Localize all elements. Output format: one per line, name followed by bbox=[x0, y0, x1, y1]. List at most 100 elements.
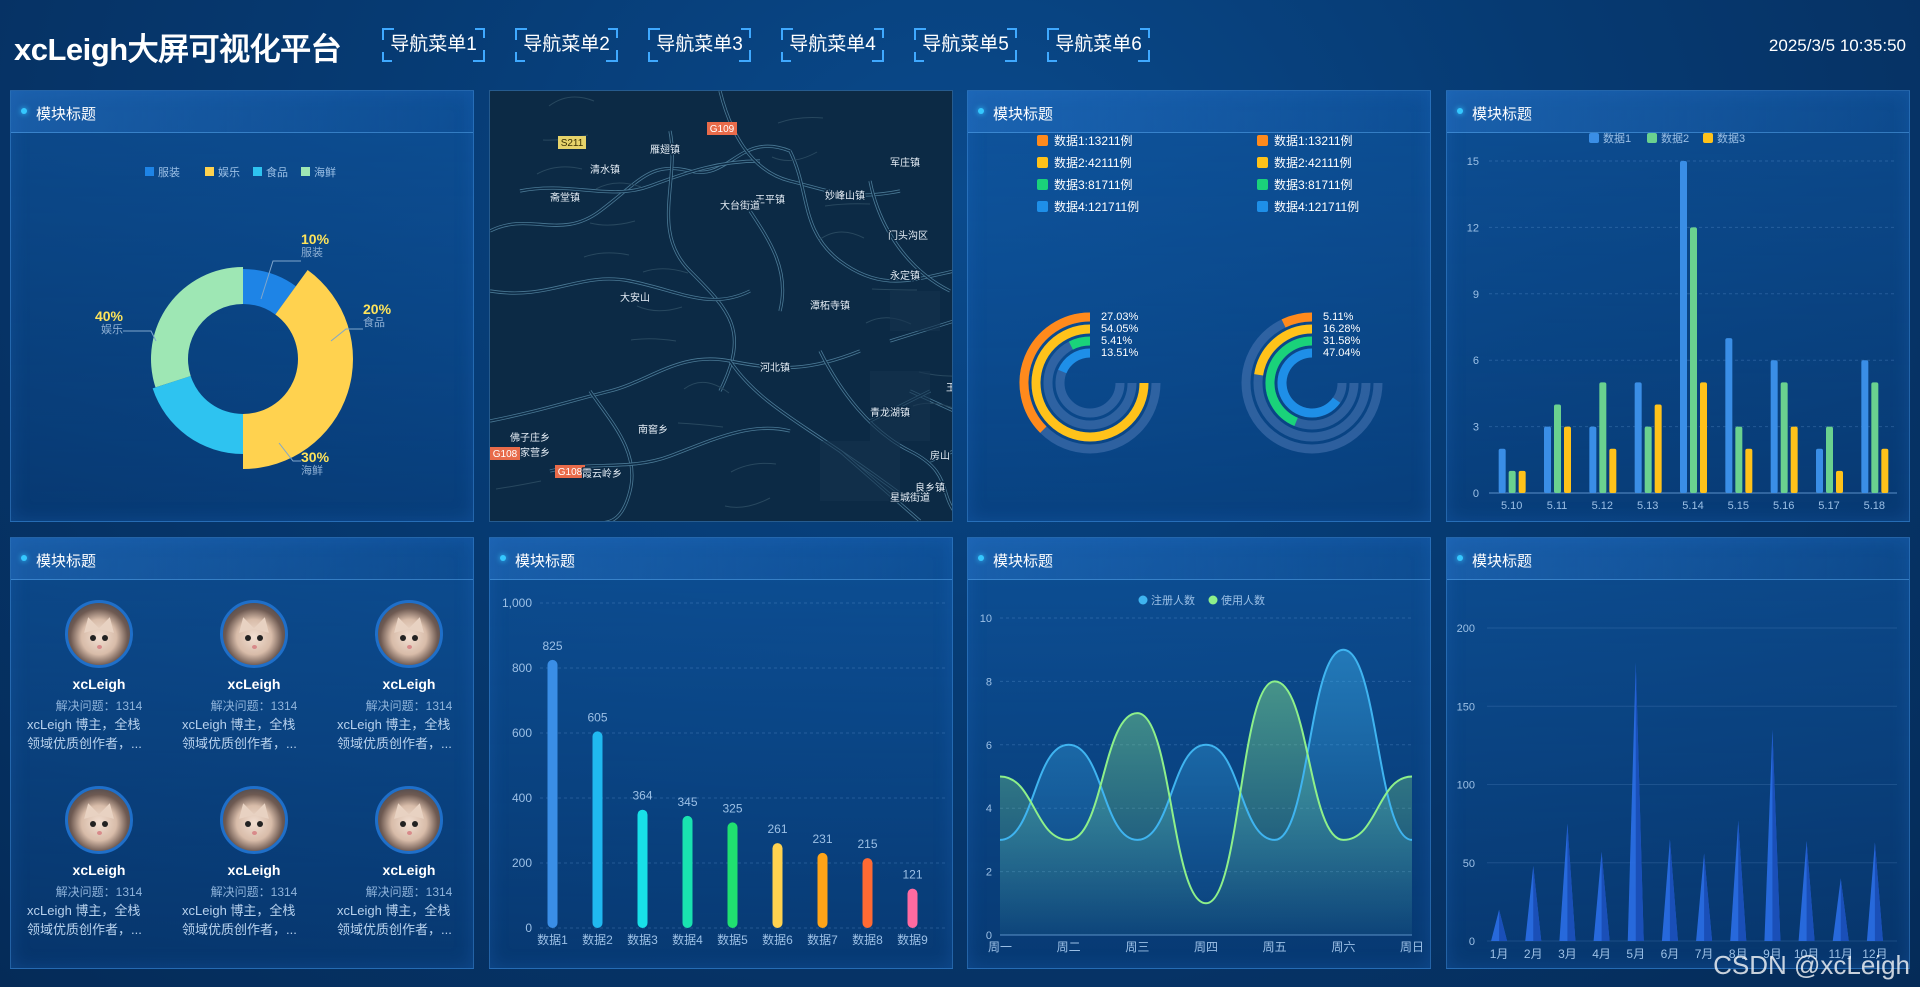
ring-bar[interactable] bbox=[1068, 336, 1091, 350]
map-road bbox=[788, 150, 952, 283]
ring-pct-label: 27.03% bbox=[1101, 311, 1139, 323]
x-tick-label: 数据8 bbox=[852, 932, 883, 947]
bar[interactable] bbox=[907, 888, 918, 928]
bar[interactable] bbox=[727, 822, 738, 928]
map-road-inner bbox=[749, 210, 784, 312]
legend-label: 数据2:42111例 bbox=[1054, 155, 1132, 170]
author-card[interactable]: xcLeigh 解决问题：1314 xcLeigh 博主，全栈 领域优质创作者，.… bbox=[24, 786, 174, 937]
legend-swatch bbox=[1703, 133, 1713, 143]
bar[interactable] bbox=[592, 731, 603, 928]
bar[interactable] bbox=[1680, 161, 1687, 493]
bar[interactable] bbox=[637, 809, 648, 928]
pie-label-pct: 20% bbox=[363, 301, 392, 317]
bar[interactable] bbox=[547, 659, 558, 928]
bar[interactable] bbox=[1508, 470, 1516, 493]
author-card[interactable]: xcLeigh 解决问题：1314 xcLeigh 博主，全栈 领域优质创作者，.… bbox=[334, 786, 484, 937]
bar[interactable] bbox=[1589, 426, 1597, 493]
bar[interactable] bbox=[1826, 426, 1833, 493]
panel-rings: 模块标题 数据1:13211例 数据2:42111例 数据3:81711例 数据4:1… bbox=[967, 90, 1431, 522]
bar[interactable] bbox=[1690, 227, 1697, 493]
panel-spike: 模块标题 0 50 100 150 200 1月 2月 3月 4月 5月 6月 7月 8月 9月 10月 11… bbox=[1446, 537, 1910, 969]
ring-bar[interactable] bbox=[1281, 312, 1313, 328]
bar[interactable] bbox=[1816, 448, 1823, 493]
card-description-line: 领域优质创作者，... bbox=[182, 736, 297, 751]
bar[interactable] bbox=[817, 852, 828, 928]
map-panel[interactable]: S211 G109 雁翅镇 军庄镇 清水镇 斋堂镇 王平镇 妙峰山镇 大台街道 门头沟区 永定镇 大安… bbox=[489, 90, 953, 522]
bar[interactable] bbox=[1780, 382, 1788, 493]
bar[interactable] bbox=[1644, 426, 1652, 493]
spike-bar-shade bbox=[1499, 909, 1508, 941]
bar[interactable] bbox=[1554, 404, 1561, 493]
author-card[interactable]: xcLeigh 解决问题：1314 xcLeigh 博主，全栈 领域优质创作者，.… bbox=[179, 600, 329, 751]
panel-title: 模块标题 bbox=[36, 553, 97, 570]
pie-slice[interactable] bbox=[152, 375, 243, 454]
ring-bar[interactable] bbox=[1058, 348, 1091, 374]
bar[interactable] bbox=[1544, 426, 1551, 493]
y-tick-label: 800 bbox=[512, 661, 532, 675]
legend-swatch bbox=[253, 167, 262, 176]
spike-bar-shade bbox=[1806, 840, 1815, 941]
bar[interactable] bbox=[1700, 382, 1707, 493]
pie-label-name: 海鲜 bbox=[301, 463, 323, 477]
map-place-label: 妙峰山镇 bbox=[825, 189, 865, 202]
author-card[interactable]: xcLeigh 解决问题：1314 xcLeigh 博主，全栈 领域优质创作者，.… bbox=[24, 600, 174, 751]
legend-label: 注册人数 bbox=[1151, 593, 1195, 607]
bar[interactable] bbox=[1599, 382, 1607, 493]
bar[interactable] bbox=[1634, 382, 1642, 493]
avatar[interactable] bbox=[65, 600, 133, 668]
x-tick-label: 5.13 bbox=[1637, 500, 1658, 512]
bar[interactable] bbox=[682, 815, 693, 928]
bar[interactable] bbox=[1836, 470, 1843, 493]
x-tick-label: 4月 bbox=[1592, 947, 1611, 961]
bar[interactable] bbox=[1518, 470, 1526, 493]
bar[interactable] bbox=[1790, 426, 1798, 493]
avatar[interactable] bbox=[65, 786, 133, 854]
bar[interactable] bbox=[862, 858, 873, 928]
bar[interactable] bbox=[1871, 382, 1879, 493]
title-dot-icon bbox=[21, 555, 27, 561]
nav-item-5[interactable]: 导航菜单5 bbox=[914, 28, 1017, 62]
map-road-inner bbox=[789, 150, 952, 282]
card-name: xcLeigh bbox=[382, 862, 436, 878]
avatar[interactable] bbox=[220, 786, 288, 854]
bar[interactable] bbox=[1654, 404, 1662, 493]
nav-item-2[interactable]: 导航菜单2 bbox=[515, 28, 618, 62]
bar[interactable] bbox=[1735, 426, 1743, 493]
bar[interactable] bbox=[1861, 360, 1869, 493]
card-name: xcLeigh bbox=[227, 862, 281, 878]
nav-item-3[interactable]: 导航菜单3 bbox=[648, 28, 751, 62]
nav-item-1[interactable]: 导航菜单1 bbox=[382, 28, 485, 62]
legend-label: 海鲜 bbox=[314, 165, 336, 179]
nav-item-4[interactable]: 导航菜单4 bbox=[781, 28, 884, 62]
avatar[interactable] bbox=[375, 600, 443, 668]
author-card[interactable]: xcLeigh 解决问题：1314 xcLeigh 博主，全栈 领域优质创作者，.… bbox=[179, 786, 329, 937]
road-shield-label: S211 bbox=[561, 138, 584, 149]
bar[interactable] bbox=[1564, 426, 1571, 493]
map-view[interactable]: S211G109雁翅镇军庄镇清水镇斋堂镇 王平镇 妙峰山镇大台街道门头沟区永定镇大安… bbox=[490, 91, 953, 522]
data-label: 605 bbox=[587, 710, 607, 724]
pie-slice[interactable] bbox=[151, 267, 243, 388]
bar[interactable] bbox=[772, 843, 783, 928]
x-tick-label: 周日 bbox=[1400, 940, 1424, 954]
author-card[interactable]: xcLeigh 解决问题：1314 xcLeigh 博主，全栈 领域优质创作者，.… bbox=[334, 600, 484, 751]
avatar[interactable] bbox=[220, 600, 288, 668]
bar[interactable] bbox=[1498, 448, 1506, 493]
map-place-label: 大安山 bbox=[620, 291, 650, 304]
avatar[interactable] bbox=[375, 786, 443, 854]
pie-leader-line bbox=[123, 330, 157, 342]
panel-area: 模块标题 注册人数 使用人数 0 2 4 6 8 10 周一 周二 周三 周四 周五 周六 周日 bbox=[967, 537, 1431, 969]
spike-bar-shade bbox=[1533, 865, 1542, 941]
y-tick-label: 15 bbox=[1467, 156, 1479, 168]
map-minor-road bbox=[871, 288, 918, 291]
nav-item-6[interactable]: 导航菜单6 bbox=[1047, 28, 1150, 62]
bar[interactable] bbox=[1609, 448, 1617, 493]
data-label: 364 bbox=[632, 789, 652, 803]
bar[interactable] bbox=[1745, 448, 1753, 493]
bar[interactable] bbox=[1881, 448, 1889, 493]
legend-label: 数据3:81711例 bbox=[1274, 177, 1353, 192]
bar[interactable] bbox=[1725, 338, 1733, 493]
road-shield-label: G108 bbox=[558, 467, 583, 478]
ring-bar[interactable] bbox=[1277, 348, 1341, 418]
bar[interactable] bbox=[1770, 360, 1778, 493]
legend-swatch bbox=[1037, 135, 1048, 146]
